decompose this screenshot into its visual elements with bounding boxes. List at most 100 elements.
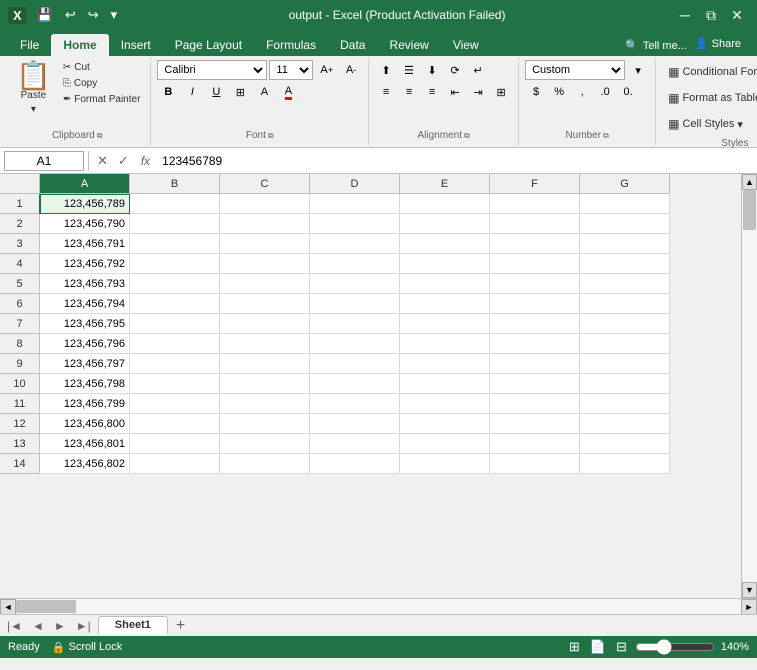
grid-cell[interactable] — [580, 274, 670, 294]
scroll-right-btn[interactable]: ► — [741, 599, 757, 615]
grid-cell[interactable] — [130, 294, 220, 314]
grid-cell[interactable] — [220, 194, 310, 214]
grid-cell[interactable] — [400, 254, 490, 274]
grid-cell[interactable] — [310, 314, 400, 334]
grid-cell[interactable] — [130, 414, 220, 434]
middle-align-btn[interactable]: ☰ — [398, 60, 420, 80]
grid-cell[interactable] — [490, 254, 580, 274]
paste-button[interactable]: 📋 Paste — [10, 60, 57, 103]
clipboard-expand-icon[interactable]: ⧉ — [97, 131, 103, 141]
font-name-select[interactable]: Calibri — [157, 60, 267, 80]
add-sheet-btn[interactable]: + — [172, 617, 189, 635]
col-header-c[interactable]: C — [220, 174, 310, 194]
sheet-nav-prev[interactable]: ◄ — [29, 619, 47, 633]
vertical-scrollbar[interactable]: ▲ ▼ — [741, 174, 757, 598]
grid-cell[interactable] — [490, 294, 580, 314]
top-align-btn[interactable]: ⬆ — [375, 60, 397, 80]
grid-cell[interactable]: 123,456,790 — [40, 214, 130, 234]
grid-cell[interactable] — [220, 314, 310, 334]
grid-cell[interactable] — [400, 374, 490, 394]
format-as-table-btn[interactable]: ▦ Format as Table ▾ — [662, 86, 757, 110]
close-btn[interactable]: ✕ — [725, 3, 749, 27]
format-painter-button[interactable]: ✒ Format Painter — [59, 92, 145, 107]
grid-cell[interactable] — [490, 434, 580, 454]
cell-styles-btn[interactable]: ▦ Cell Styles ▾ — [662, 112, 757, 136]
grid-cell[interactable]: 123,456,795 — [40, 314, 130, 334]
grid-cell[interactable] — [490, 374, 580, 394]
grid-cell[interactable] — [400, 394, 490, 414]
grid-cell[interactable] — [400, 434, 490, 454]
grid-cell[interactable] — [580, 414, 670, 434]
grid-cell[interactable] — [220, 214, 310, 234]
grid-cell[interactable]: 123,456,797 — [40, 354, 130, 374]
grid-cell[interactable] — [580, 354, 670, 374]
redo-quick-btn[interactable]: ↪ — [84, 5, 103, 25]
grid-cell[interactable] — [400, 354, 490, 374]
decrease-indent-btn[interactable]: ⇤ — [444, 82, 466, 102]
grid-cell[interactable] — [580, 334, 670, 354]
conditional-formatting-btn[interactable]: ▦ Conditional Formatting ▾ — [662, 60, 757, 84]
grid-cell[interactable] — [310, 334, 400, 354]
grid-cell[interactable] — [130, 354, 220, 374]
comma-btn[interactable]: , — [571, 82, 593, 102]
grid-cell[interactable] — [490, 314, 580, 334]
grid-cell[interactable]: 123,456,793 — [40, 274, 130, 294]
grid-cell[interactable] — [490, 414, 580, 434]
number-expand-icon[interactable]: ⧉ — [603, 131, 609, 141]
grid-cell[interactable] — [220, 294, 310, 314]
bold-button[interactable]: B — [157, 82, 179, 102]
increase-indent-btn[interactable]: ⇥ — [467, 82, 489, 102]
col-header-d[interactable]: D — [310, 174, 400, 194]
grid-cell[interactable] — [310, 454, 400, 474]
left-align-btn[interactable]: ≡ — [375, 82, 397, 102]
number-format-select[interactable]: Custom General Number Currency Accountin… — [525, 60, 625, 80]
wrap-text-btn[interactable]: ↵ — [467, 60, 489, 80]
alignment-expand-icon[interactable]: ⧉ — [464, 131, 470, 141]
grid-cell[interactable] — [400, 214, 490, 234]
tab-data[interactable]: Data — [328, 34, 377, 56]
scroll-thumb-h[interactable] — [16, 600, 76, 613]
bottom-align-btn[interactable]: ⬇ — [421, 60, 443, 80]
copy-button[interactable]: ⎘ Copy — [59, 76, 145, 91]
grid-cell[interactable] — [580, 434, 670, 454]
save-quick-btn[interactable]: 💾 — [33, 5, 57, 25]
col-header-g[interactable]: G — [580, 174, 670, 194]
grid-cell[interactable] — [490, 354, 580, 374]
cell-reference-box[interactable] — [4, 151, 84, 171]
sheet-tab-1[interactable]: Sheet1 — [98, 616, 168, 635]
normal-view-btn[interactable]: ⊞ — [567, 639, 582, 655]
merge-cells-btn[interactable]: ⊞ — [490, 82, 512, 102]
grid-cell[interactable]: 123,456,799 — [40, 394, 130, 414]
grid-cell[interactable] — [580, 314, 670, 334]
grid-cell[interactable] — [400, 234, 490, 254]
right-align-btn[interactable]: ≡ — [421, 82, 443, 102]
currency-btn[interactable]: $ — [525, 82, 547, 102]
font-expand-icon[interactable]: ⧉ — [268, 131, 274, 141]
grid-cell[interactable] — [580, 374, 670, 394]
restore-btn[interactable]: ⧉ — [699, 3, 723, 27]
grid-cell[interactable] — [220, 394, 310, 414]
grid-cell[interactable] — [130, 374, 220, 394]
col-header-f[interactable]: F — [490, 174, 580, 194]
formula-input[interactable] — [158, 151, 753, 171]
grid-cell[interactable] — [310, 394, 400, 414]
grid-cell[interactable] — [130, 254, 220, 274]
scroll-track-v[interactable] — [742, 190, 757, 582]
grid-cell[interactable] — [310, 234, 400, 254]
grid-cell[interactable] — [580, 214, 670, 234]
grid-cell[interactable] — [130, 194, 220, 214]
cancel-formula-btn[interactable]: ✕ — [93, 153, 112, 169]
grid-cell[interactable] — [400, 414, 490, 434]
grid-cell[interactable]: 123,456,798 — [40, 374, 130, 394]
grid-cell[interactable] — [220, 434, 310, 454]
grid-cell[interactable] — [130, 454, 220, 474]
grid-cell[interactable] — [130, 434, 220, 454]
tell-me-input[interactable]: Tell me... — [643, 40, 687, 52]
scroll-thumb-v[interactable] — [743, 190, 756, 230]
grid-cell[interactable] — [220, 354, 310, 374]
sheet-nav-first[interactable]: |◄ — [4, 619, 25, 633]
grid-cell[interactable] — [220, 414, 310, 434]
grid-cell[interactable] — [220, 254, 310, 274]
grid-cell[interactable] — [490, 394, 580, 414]
tab-view[interactable]: View — [441, 34, 491, 56]
